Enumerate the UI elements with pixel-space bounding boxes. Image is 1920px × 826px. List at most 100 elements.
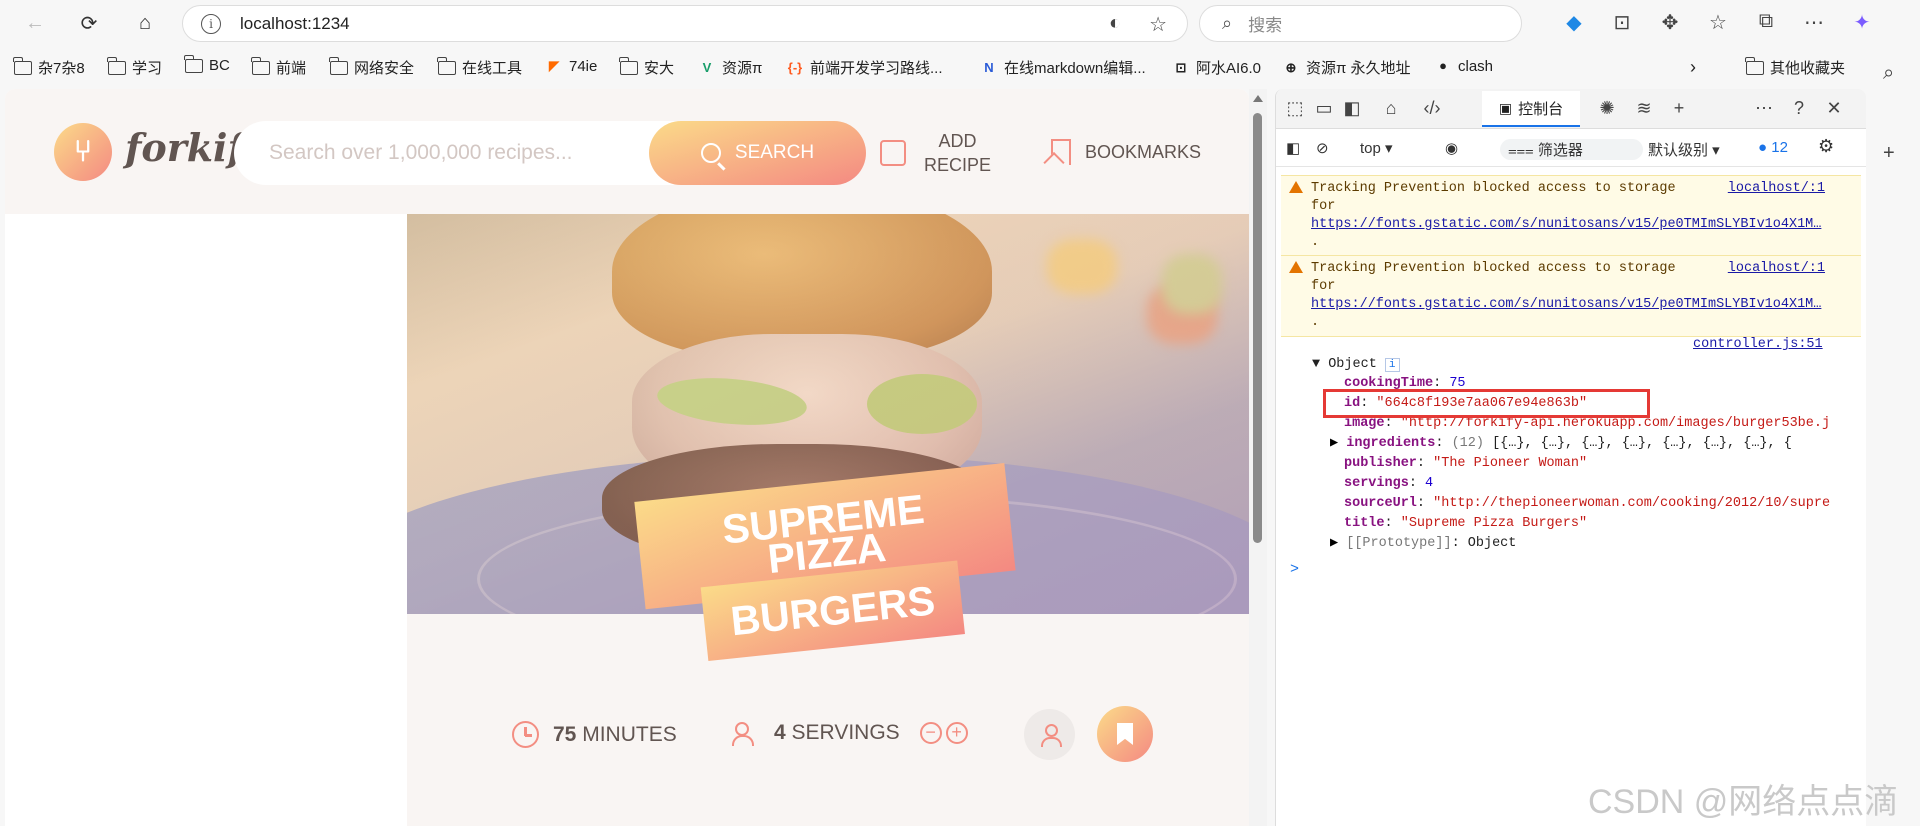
recipe-search-form: SEARCH bbox=[234, 121, 866, 185]
bookmark-link[interactable]: N 在线markdown编辑... bbox=[980, 57, 1145, 78]
editor-icon: N bbox=[984, 59, 994, 75]
bookmark-link[interactable]: {-} 前端开发学习路线... bbox=[786, 57, 943, 78]
home-icon[interactable]: ⌂ bbox=[130, 8, 160, 38]
console-warning: Tracking Prevention blocked access to st… bbox=[1281, 255, 1861, 337]
close-devtools-icon[interactable]: ✕ bbox=[1821, 98, 1847, 119]
add-recipe-button[interactable]: ADD RECIPE bbox=[880, 129, 991, 177]
prop-key: sourceUrl bbox=[1344, 496, 1417, 511]
warning-link[interactable]: https://fonts.gstatic.com/s/nunitosans/v… bbox=[1311, 296, 1853, 314]
prop-key: title bbox=[1344, 516, 1385, 531]
console-filter-input[interactable]: ⩶ 筛选器 bbox=[1500, 139, 1643, 160]
favorite-star-icon[interactable]: ☆ bbox=[1149, 12, 1167, 37]
object-expander[interactable]: ▼ Object i bbox=[1312, 355, 1400, 375]
warning-source-link[interactable]: localhost/:1 bbox=[1728, 260, 1825, 278]
search-icon: ⌕ bbox=[1222, 13, 1233, 33]
copilot-icon[interactable]: ✦ bbox=[1838, 10, 1886, 35]
warning-source-link[interactable]: localhost/:1 bbox=[1728, 180, 1825, 198]
translate-icon[interactable]: ◐ bbox=[1109, 12, 1121, 37]
site-info-icon[interactable]: i bbox=[201, 13, 221, 34]
bookmark-link[interactable]: ◤ 74ie bbox=[545, 57, 597, 75]
prop-key: ingredients bbox=[1346, 436, 1436, 451]
console-prompt[interactable]: > bbox=[1290, 560, 1299, 580]
prop-servings: servings: 4 bbox=[1344, 476, 1434, 491]
more-menu-icon[interactable]: ⋯ bbox=[1790, 10, 1838, 35]
prop-key: [[Prototype]] bbox=[1346, 536, 1452, 551]
bookmark-folder[interactable]: 网络安全 bbox=[329, 56, 414, 78]
page-scrollbar[interactable] bbox=[1249, 89, 1267, 826]
elements-code-icon[interactable]: ‹/› bbox=[1419, 98, 1445, 119]
bookmark-link[interactable]: ⊕ 资源π 永久地址 bbox=[1282, 57, 1411, 78]
prop-ingredients[interactable]: ▶ ingredients: (12) [{…}, {…}, {…}, {…},… bbox=[1330, 434, 1792, 454]
bookmark-recipe-button[interactable] bbox=[1097, 706, 1153, 762]
sidebar-toggle-icon[interactable]: ◧ bbox=[1286, 139, 1300, 157]
logo-fork-knife-icon: ⑂ bbox=[54, 123, 112, 181]
github-icon: ● bbox=[1439, 58, 1447, 73]
prop-prototype[interactable]: ▶ [[Prototype]]: Object bbox=[1330, 534, 1516, 554]
extension-bird-icon[interactable]: ◆ bbox=[1550, 10, 1598, 35]
id-highlight-annotation bbox=[1323, 389, 1650, 418]
decrease-servings-icon[interactable]: − bbox=[919, 722, 942, 744]
code-bracket-icon: {-} bbox=[787, 59, 803, 75]
network-wifi-icon[interactable]: ≋ bbox=[1631, 98, 1657, 119]
bookmark-link[interactable]: ⊡ 阿水AI6.0 bbox=[1172, 57, 1261, 78]
bookmark-folder[interactable]: 前端 bbox=[251, 56, 306, 78]
bookmark-link[interactable]: V 资源π bbox=[698, 57, 763, 78]
bookmark-folder[interactable]: 学习 bbox=[107, 56, 162, 78]
extensions-icon[interactable]: ✥ bbox=[1646, 10, 1694, 35]
log-level-select[interactable]: 默认级别 ▾ bbox=[1648, 139, 1720, 160]
ai-icon: ⊡ bbox=[1175, 59, 1187, 75]
bookmarks-nav-button[interactable]: BOOKMARKS bbox=[1051, 139, 1201, 165]
context-selector[interactable]: top ▾ bbox=[1360, 139, 1393, 157]
tab-console[interactable]: ▣ 控制台 bbox=[1482, 91, 1580, 127]
address-bar[interactable]: i localhost:1234 ◐ ☆ bbox=[182, 5, 1188, 42]
screenshot-icon[interactable]: ⊡ bbox=[1598, 10, 1646, 35]
browser-search-box[interactable]: ⌕ 搜索 bbox=[1199, 5, 1522, 42]
bookmarks-overflow-icon[interactable]: › bbox=[1690, 57, 1696, 78]
debug-bug-icon[interactable]: ✺ bbox=[1594, 98, 1620, 119]
bookmark-folder[interactable]: BC bbox=[184, 54, 230, 74]
log-source-link[interactable]: controller.js:51 bbox=[1693, 335, 1823, 355]
bookmark-folder[interactable]: 安大 bbox=[619, 56, 674, 78]
help-icon[interactable]: ? bbox=[1786, 98, 1812, 119]
warning-dot: . bbox=[1311, 235, 1320, 250]
device-icon[interactable]: ▭ bbox=[1311, 98, 1337, 119]
scroll-up-icon[interactable] bbox=[1253, 95, 1263, 102]
recipe-details: 75 MINUTES 4 SERVINGS − + bbox=[407, 614, 1249, 826]
console-settings-gear-icon[interactable]: ⚙ bbox=[1818, 136, 1834, 157]
live-expression-eye-icon[interactable]: ◉ bbox=[1445, 139, 1458, 157]
search-results-panel bbox=[5, 214, 407, 826]
add-icon[interactable]: + bbox=[1883, 142, 1895, 165]
scrollbar-thumb[interactable] bbox=[1253, 113, 1262, 543]
add-recipe-line1: ADD bbox=[938, 131, 977, 151]
increase-servings-icon[interactable]: + bbox=[945, 722, 968, 744]
minutes-value: 75 bbox=[553, 722, 577, 746]
prop-value: "Supreme Pizza Burgers" bbox=[1400, 516, 1588, 531]
dock-icon[interactable]: ◧ bbox=[1339, 98, 1365, 119]
object-info-badge[interactable]: i bbox=[1384, 358, 1400, 372]
bookmark-folder[interactable]: 在线工具 bbox=[437, 56, 522, 78]
reload-icon[interactable]: ⟳ bbox=[74, 8, 104, 38]
folder-icon bbox=[329, 56, 348, 75]
add-tab-icon[interactable]: + bbox=[1666, 98, 1692, 119]
recipe-view: SUPREME PIZZA BURGERS 75 MINUTES 4 SERVI… bbox=[407, 214, 1249, 826]
clear-console-icon[interactable]: ⊘ bbox=[1316, 139, 1329, 157]
inspect-icon[interactable]: ⬚ bbox=[1282, 98, 1308, 119]
collections-icon[interactable]: ⧉ bbox=[1742, 10, 1790, 35]
warning-link[interactable]: https://fonts.gstatic.com/s/nunitosans/v… bbox=[1311, 216, 1853, 234]
welcome-home-icon[interactable]: ⌂ bbox=[1378, 98, 1404, 119]
bookmark-link[interactable]: ● clash bbox=[1434, 57, 1493, 75]
search-button[interactable]: SEARCH bbox=[649, 121, 866, 185]
folder-icon bbox=[619, 56, 638, 75]
recipe-search-input[interactable] bbox=[234, 121, 654, 185]
bookmark-folder-other[interactable]: 其他收藏夹 bbox=[1745, 56, 1845, 78]
devtools-panel: ⬚ ▭ ◧ ⌂ ‹/› ▣ 控制台 ✺ ≋ + ⋯ ? ✕ ◧ ⊘ top ▾ … bbox=[1275, 89, 1866, 826]
back-icon[interactable]: ← bbox=[20, 8, 50, 38]
bookmark-folder[interactable]: 杂7杂8 bbox=[13, 56, 85, 78]
more-tools-icon[interactable]: ⋯ bbox=[1751, 98, 1777, 119]
flag-icon: ◤ bbox=[549, 58, 559, 73]
favorites-icon[interactable]: ☆ bbox=[1694, 10, 1742, 35]
warning-icon bbox=[1289, 181, 1303, 193]
issues-badge[interactable]: ● 12 bbox=[1758, 139, 1788, 156]
edit-icon bbox=[880, 140, 906, 166]
search-icon[interactable]: ⌕ bbox=[1883, 62, 1894, 85]
